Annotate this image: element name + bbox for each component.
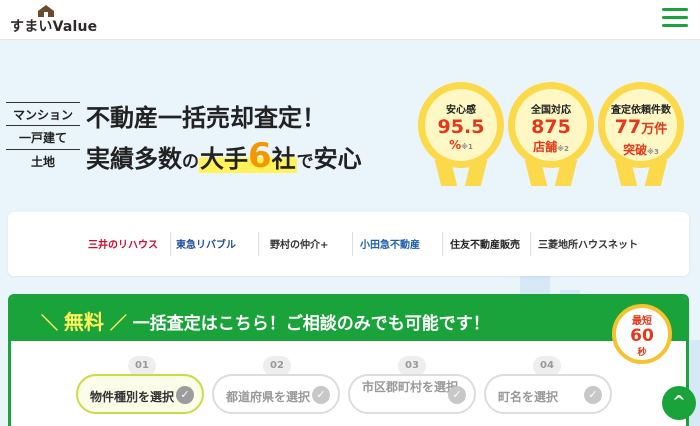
step-town[interactable]: 町名を選択 ✓ (484, 374, 612, 414)
badge-value-unit: 万件 (641, 122, 668, 137)
check-icon: ✓ (448, 386, 466, 404)
fast-badge-unit: 秒 (637, 348, 647, 358)
site-logo[interactable]: すまいValue (10, 4, 97, 35)
logo-text: すまいValue (10, 19, 98, 35)
headline-highlight: 大手 (200, 145, 248, 173)
headline-text: で (296, 152, 314, 172)
free-label: 無料 (63, 310, 104, 334)
step-number: 01 (128, 356, 156, 376)
company-logo: 東急リバブル (176, 240, 236, 251)
badge-requests: 査定依頼件数 77万件 突破※3 (598, 82, 684, 190)
badge-label: 全国対応 (531, 105, 571, 116)
step-number: 02 (263, 356, 291, 376)
fast-badge-value: 60 (630, 326, 654, 346)
hamburger-menu-icon[interactable] (662, 8, 688, 28)
step-label: 町名を選択 (498, 390, 559, 404)
headline-line1: 不動産一括売却査定！ (86, 104, 326, 132)
badge-note: ※1 (461, 143, 473, 151)
tag-house: 一戸建て (6, 126, 80, 150)
badge-value: 95.5 (437, 116, 485, 138)
step-prefecture[interactable]: 都道府県を選択 ✓ (212, 374, 340, 414)
company-logo: 三菱地所ハウスネット (538, 240, 638, 251)
step-city[interactable]: 市区郡町村を選択 ✓ (348, 374, 476, 414)
step-number: 04 (533, 356, 561, 376)
company-logo: 三井のリハウス (88, 240, 158, 251)
headline-text: 実績多数 (86, 145, 182, 173)
assessment-title-text: 一括査定はこちら！ご相談のみでも可能です！ (132, 314, 490, 334)
badge-label: 安心感 (446, 105, 476, 116)
step-label: 市区郡町村を選択 (362, 380, 459, 394)
badge-unit: % (449, 138, 462, 152)
headline-number: 6 (248, 136, 272, 176)
step-label: 都道府県を選択 (226, 390, 311, 404)
hero-section: マンション 一戸建て 土地 不動産一括売却査定！ 実績多数の大手6社で安心 安心… (0, 40, 700, 426)
badge-unit: 突破 (623, 143, 648, 157)
check-icon: ✓ (312, 386, 330, 404)
step-label: 物件種別を選択 (90, 390, 175, 404)
badge-stores: 全国対応 875 店舗※2 (508, 82, 594, 190)
assessment-title: ＼ 無料 ／ 一括査定はこちら！ご相談のみでも可能です！ (41, 310, 490, 334)
badge-note: ※2 (557, 145, 569, 153)
fastest-badge: 最短 60 秒 (612, 304, 672, 364)
step-property-type[interactable]: 物件種別を選択 ✓ (76, 374, 204, 414)
badge-value: 77 (614, 116, 642, 138)
headline-highlight: 社 (271, 145, 296, 173)
badge-value: 875 (531, 116, 571, 138)
company-logo: 小田急不動産 (360, 240, 420, 251)
headline-line2: 実績多数の大手6社で安心 (86, 136, 362, 176)
company-logo: 野村の仲介+ (270, 240, 329, 251)
partner-companies: 三井のリハウス 東急リバブル 野村の仲介+ 小田急不動産 住友不動産販売 三菱地… (8, 212, 689, 276)
badge-unit: 店舗 (533, 140, 558, 154)
check-icon: ✓ (176, 386, 194, 404)
step-number: 03 (398, 356, 426, 376)
badge-label: 査定依頼件数 (611, 105, 671, 116)
assessment-header: ＼ 無料 ／ 一括査定はこちら！ご相談のみでも可能です！ (11, 297, 686, 341)
fast-badge-line1: 最短 (632, 316, 652, 327)
badge-note: ※3 (647, 148, 659, 156)
property-type-tags: マンション 一戸建て 土地 (6, 102, 80, 174)
headline-text: の (182, 152, 199, 172)
chevron-up-icon[interactable]: ^ (662, 386, 696, 420)
headline-text: 安心 (313, 145, 362, 173)
site-header: すまいValue (0, 0, 700, 40)
tag-mansion: マンション (6, 102, 80, 126)
check-icon: ✓ (584, 386, 602, 404)
tag-land: 土地 (30, 155, 55, 169)
company-logo: 住友不動産販売 (450, 240, 520, 251)
badge-satisfaction: 安心感 95.5 %※1 (418, 82, 504, 190)
